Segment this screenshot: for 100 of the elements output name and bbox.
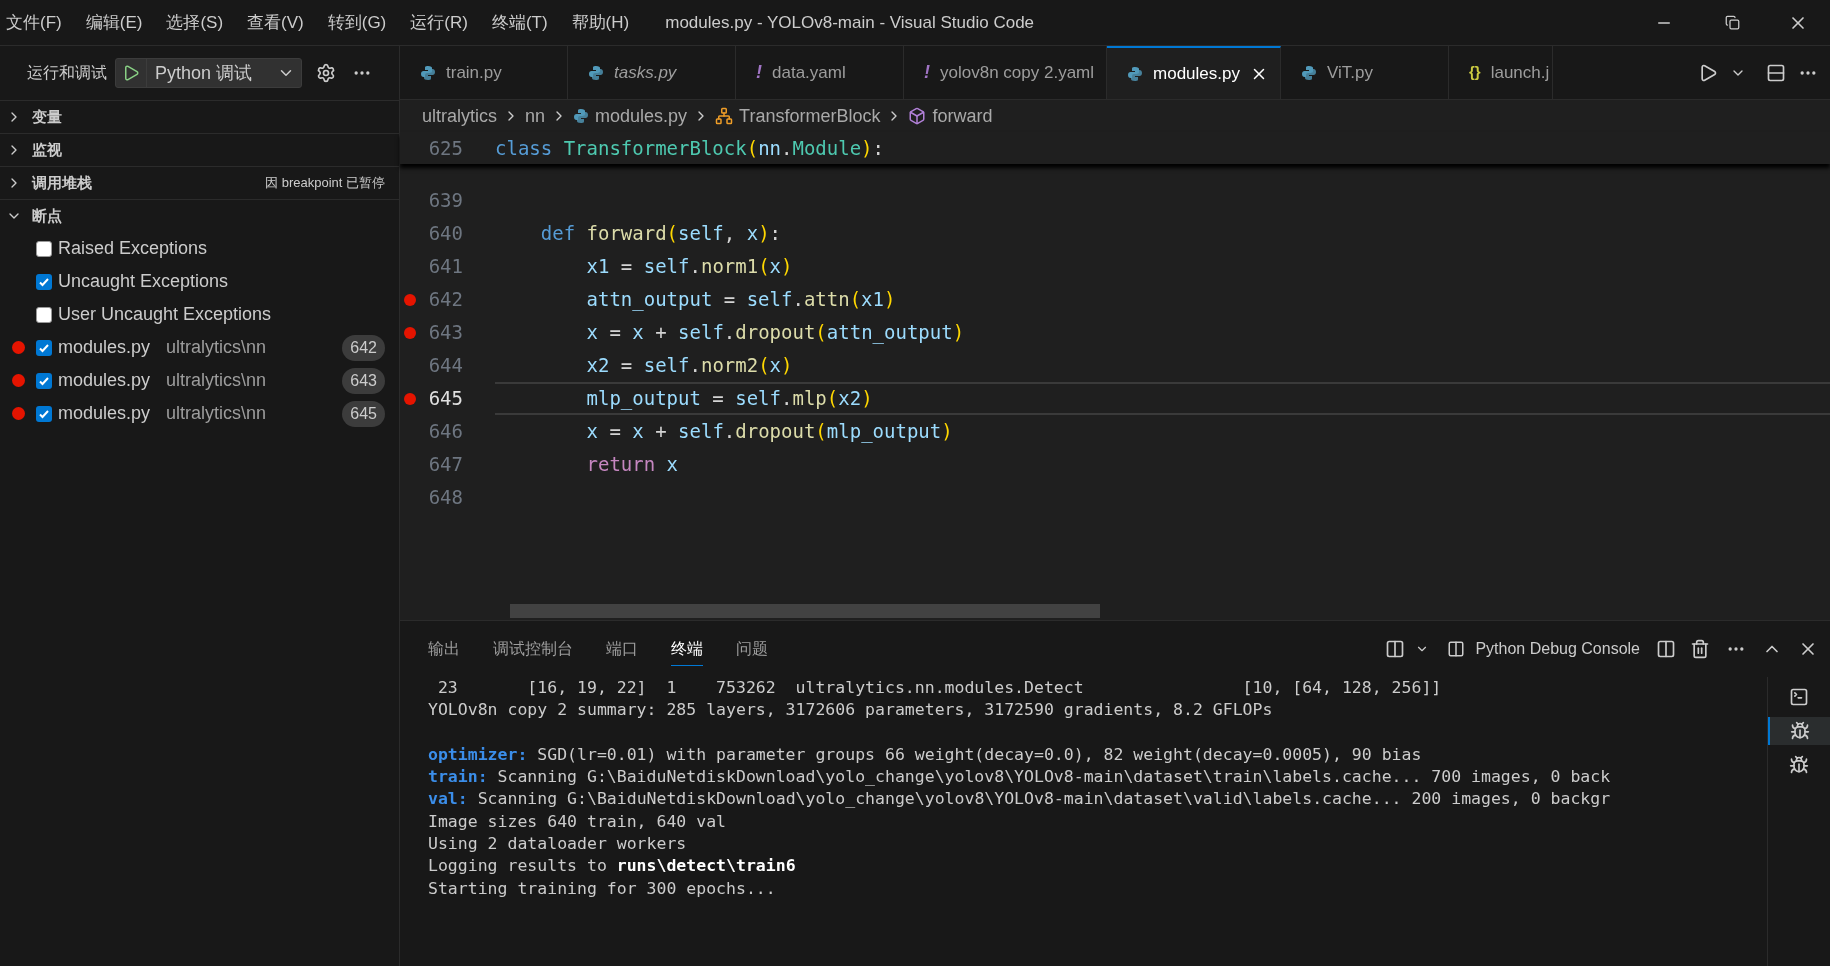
breakpoint-label[interactable]: modules.py [58, 367, 151, 394]
code-line: def forward(self, x): [539, 221, 782, 247]
breadcrumb-item[interactable]: forward [932, 102, 993, 130]
config-name: Python 调试 [154, 61, 254, 85]
window-title: modules.py - YOLOv8-main - Visual Studio Code [665, 11, 1035, 34]
section-header[interactable]: 调用堆栈 [32, 171, 92, 195]
split-icon[interactable] [1656, 639, 1676, 659]
python-icon [1127, 65, 1144, 82]
breakpoint-path: ultralytics\nn [166, 369, 267, 392]
line-number: 639 [427, 188, 463, 214]
editor-tab[interactable]: modules.py [1107, 46, 1281, 99]
tab-label: data.yaml [772, 61, 846, 84]
terminal-name[interactable]: Python Debug Console [1475, 637, 1640, 661]
exclamation-icon: ! [924, 59, 930, 86]
braces-icon: {} [1468, 61, 1481, 84]
class-icon [715, 107, 734, 125]
play-icon[interactable] [122, 64, 140, 82]
terminal-line: Logging results to runs\detect\train6 [428, 855, 797, 878]
breakpoint-label[interactable]: Uncaught Exceptions [58, 268, 229, 295]
line-number: 641 [427, 254, 463, 280]
breadcrumb-item[interactable]: modules.py [595, 102, 688, 130]
line-number: 640 [427, 221, 463, 247]
code-line: mlp_output = self.mlp(x2) [585, 386, 873, 412]
python-icon [588, 64, 604, 81]
editor-tab[interactable]: tasks.py [568, 46, 736, 99]
panel-tab[interactable]: 端口 [606, 633, 638, 665]
checkbox[interactable] [36, 273, 52, 290]
line-count: 643 [342, 367, 385, 394]
section-header[interactable]: 变量 [32, 105, 62, 129]
layout-icon[interactable] [1385, 639, 1406, 659]
exclamation-icon: ! [756, 59, 762, 86]
tab-label: launch.j [1490, 61, 1550, 84]
editor-tab[interactable]: {} launch.j [1448, 46, 1553, 99]
terminal-line: val: Scanning G:\BaiduNetdiskDownload\yolo_change\yolov8\YOLOv8-main\dataset\valid\labels.cache... 200 images, 0 backgr [428, 788, 1612, 811]
breakpoint-label[interactable]: User Uncaught Exceptions [58, 301, 272, 328]
line-number: 647 [427, 452, 463, 478]
code-line: x2 = self.norm2(x) [585, 353, 793, 379]
breadcrumb-item[interactable]: TransformerBlock [739, 102, 881, 130]
menu-item[interactable]: 查看(V) [235, 9, 316, 36]
menu-item[interactable]: 选择(S) [154, 9, 236, 36]
menu-item[interactable]: 帮助(H) [559, 9, 642, 36]
terminal-line: train: Scanning G:\BaiduNetdiskDownload\yolo_change\yolov8\YOLOv8-main\dataset\train\labels.cache... 700 images, 0 back [428, 766, 1612, 789]
terminal-line: YOLOv8n copy 2 summary: 285 layers, 3172606 parameters, 3172590 gradients, 8.2 GFLOPs [428, 699, 1274, 722]
python-icon [1300, 64, 1317, 81]
panel-tab[interactable]: 输出 [428, 633, 460, 665]
editor-tab[interactable]: ViT.py [1280, 46, 1449, 99]
code-line: x = x + self.dropout(mlp_output) [585, 419, 953, 445]
sidebar-title: 运行和调试 [27, 63, 107, 83]
pause-status: 因 breakpoint 已暂停 [265, 174, 385, 193]
terminal-line: optimizer: SGD(lr=0.01) with parameter groups 66 weight(decay=0.0), 82 weight(decay=0.0005), 90 bias [428, 743, 1423, 766]
panel-tab[interactable]: 调试控制台 [493, 633, 573, 665]
line-number: 648 [427, 485, 463, 511]
checkbox[interactable] [36, 405, 52, 422]
python-icon [573, 108, 590, 124]
editor-tab[interactable]: train.py [400, 46, 568, 99]
terminal-line: Image sizes 640 train, 640 val [428, 810, 727, 833]
terminal-tab[interactable] [1768, 717, 1830, 745]
code-line: return x [585, 452, 679, 478]
breakpoint-label[interactable]: modules.py [58, 334, 151, 361]
run-icon[interactable] [1698, 62, 1718, 83]
trash-icon[interactable] [1690, 639, 1710, 659]
line-number: 645 [427, 386, 463, 412]
code-line: class TransformerBlock(nn.Module): [495, 135, 884, 161]
line-count: 645 [342, 400, 385, 427]
breadcrumb-item[interactable]: ultralytics [422, 102, 497, 130]
breakpoint-label[interactable]: Raised Exceptions [58, 235, 208, 262]
section-header[interactable]: 监视 [32, 138, 62, 162]
tab-label: tasks.py [614, 61, 677, 84]
section-header[interactable]: 断点 [32, 204, 62, 228]
line-number: 646 [427, 419, 463, 445]
code-line: x1 = self.norm1(x) [585, 254, 793, 280]
code-line: attn_output = self.attn(x1) [585, 287, 896, 313]
menu-item[interactable]: 终端(T) [479, 9, 560, 36]
checkbox[interactable] [36, 339, 52, 356]
line-number: 625 [427, 135, 463, 161]
restore-icon[interactable] [1725, 15, 1740, 30]
menu-item[interactable]: 文件(F) [0, 9, 74, 36]
breadcrumb-item[interactable]: nn [525, 102, 546, 130]
terminal-line: 23 [16, 19, 22] 1 753262 ultralytics.nn.modules.Detect [10, [64, 128, 256]] [436, 677, 1443, 699]
checkbox[interactable] [36, 306, 52, 323]
line-count: 642 [342, 334, 385, 361]
tab-label: modules.py [1153, 62, 1240, 85]
panel-tab[interactable]: 终端 [671, 632, 703, 666]
checkbox[interactable] [36, 240, 52, 257]
menu-item[interactable]: 编辑(E) [73, 9, 155, 36]
breakpoint-path: ultralytics\nn [166, 402, 267, 425]
menu-item[interactable]: 转到(G) [315, 9, 399, 36]
cube-icon [908, 107, 927, 125]
scrollbar-thumb[interactable] [510, 604, 1100, 618]
split-editor-icon[interactable] [1766, 62, 1786, 83]
config-dropdown[interactable]: Python 调试 [115, 58, 302, 88]
editor-tab[interactable]: ! data.yaml [736, 46, 904, 99]
breakpoint-path: ultralytics\nn [166, 336, 267, 359]
breakpoint-label[interactable]: modules.py [58, 400, 151, 427]
line-number: 643 [427, 320, 463, 346]
panel-tab[interactable]: 问题 [736, 633, 768, 665]
terminal-line: Starting training for 300 epochs... [428, 877, 777, 900]
checkbox[interactable] [36, 372, 52, 389]
menu-item[interactable]: 运行(R) [398, 9, 480, 36]
settings-icon[interactable] [316, 63, 336, 83]
